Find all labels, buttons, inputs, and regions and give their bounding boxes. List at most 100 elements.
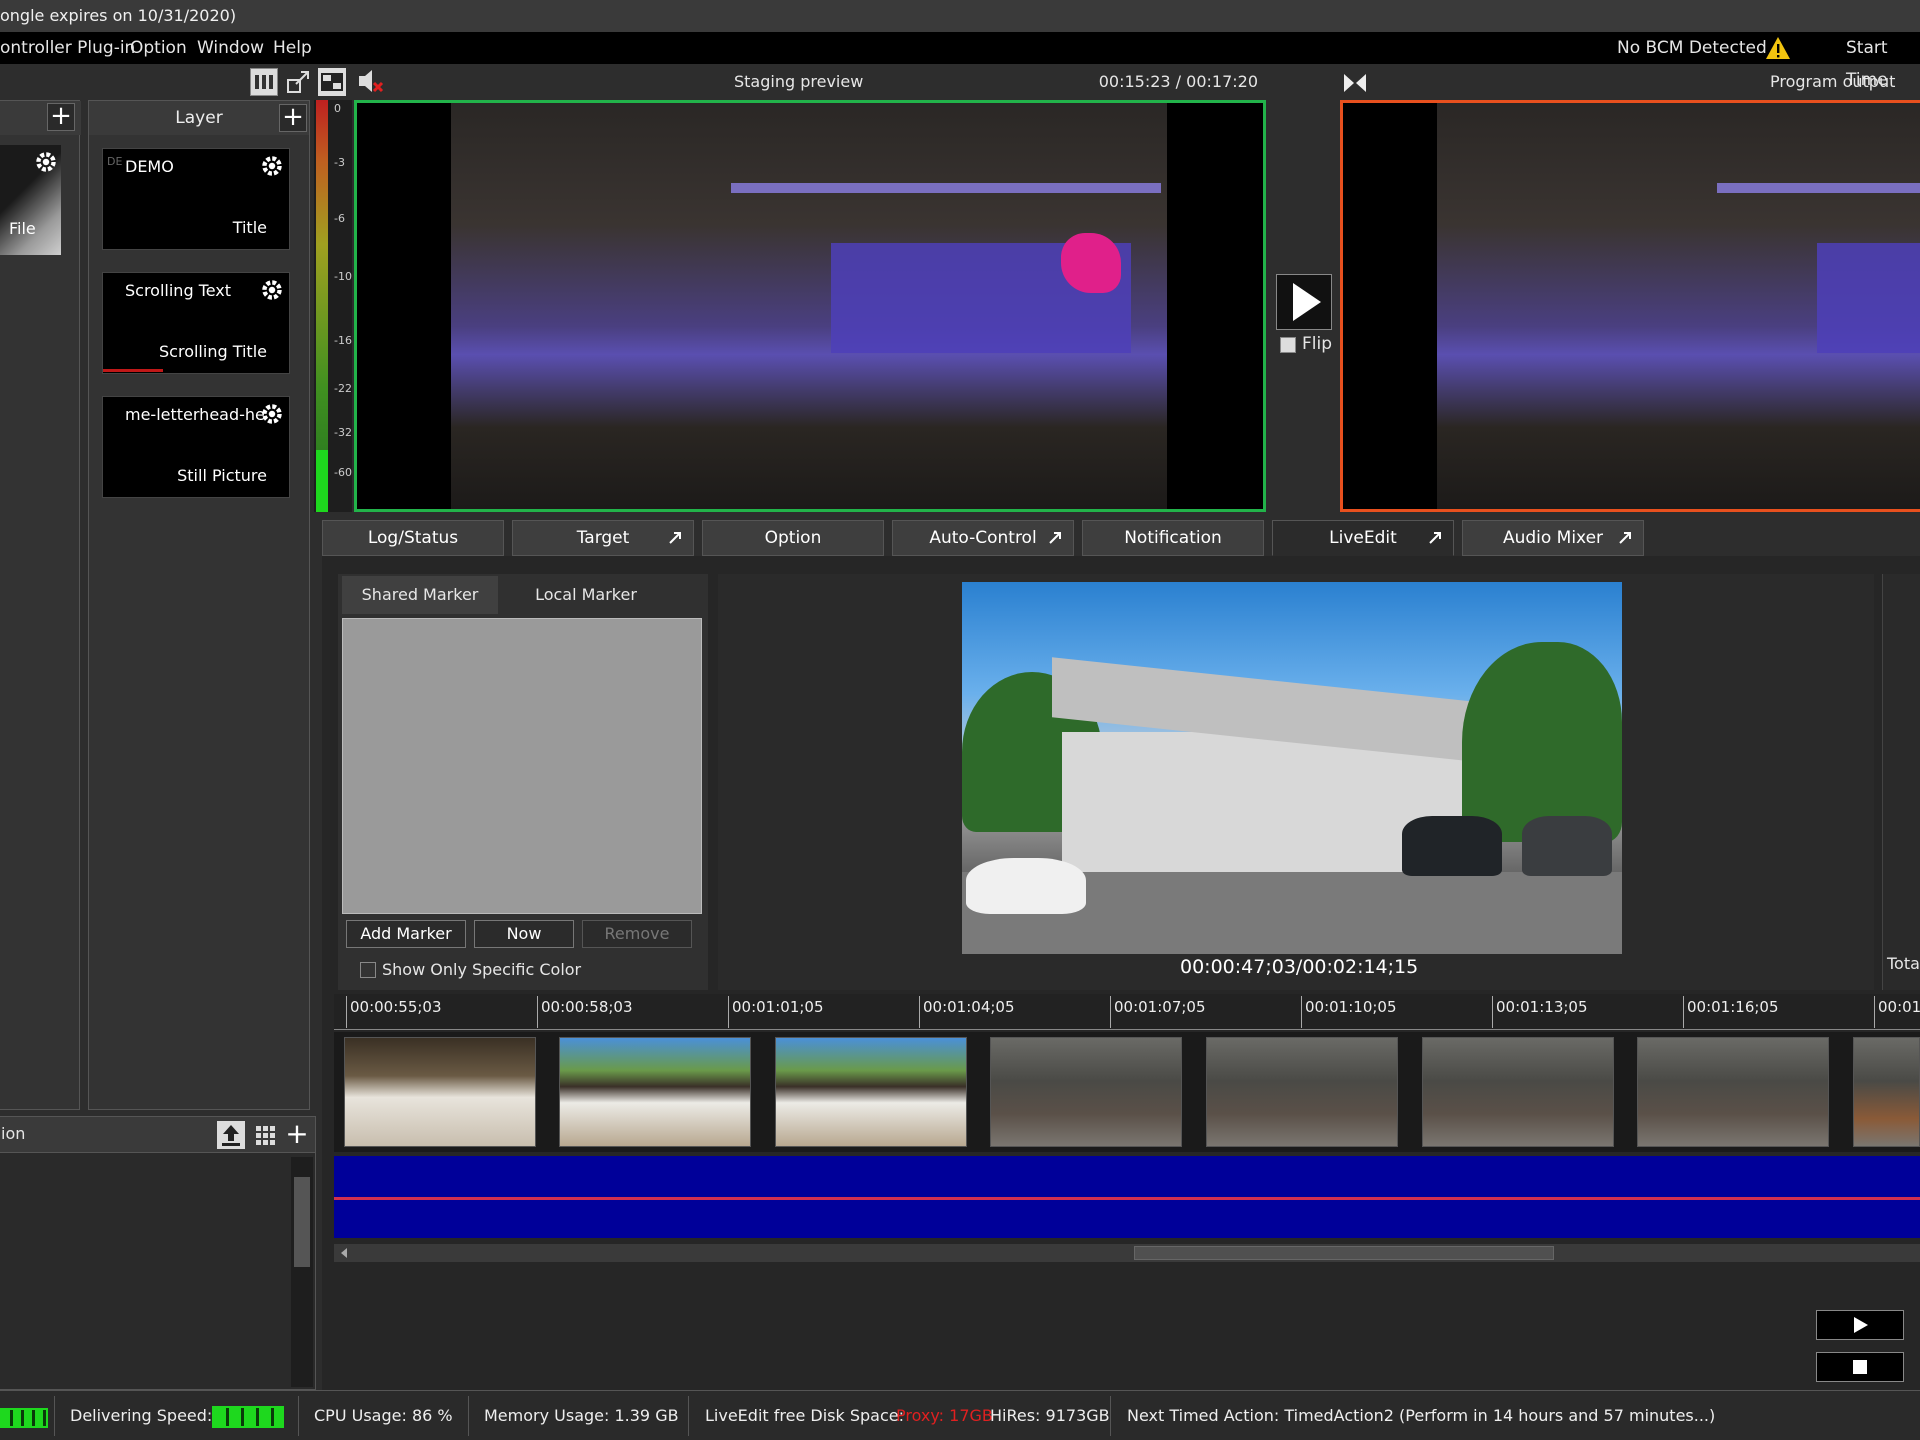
tab-notification[interactable]: Notification (1082, 520, 1264, 556)
delivering-speed-bar (212, 1406, 284, 1428)
popout-icon[interactable] (1427, 530, 1443, 546)
left-item-gear-icon[interactable] (33, 149, 59, 175)
right-side-panel: Total (1882, 574, 1920, 990)
timeline-thumbnail[interactable] (775, 1037, 967, 1147)
popout-icon[interactable] (284, 68, 312, 96)
show-color-checkbox[interactable] (360, 962, 376, 978)
staging-title: Staging preview (734, 72, 864, 91)
timeline-thumbnail[interactable] (990, 1037, 1182, 1147)
scroll-left-icon[interactable] (338, 1247, 350, 1259)
tree-right (1462, 642, 1622, 842)
liveedit-play-button[interactable] (1816, 1310, 1904, 1340)
layer-item-name: me-letterhead-hea (125, 405, 265, 424)
timeline-thumbnail[interactable] (1853, 1037, 1920, 1147)
white-car (966, 858, 1086, 914)
left-item-type: File (9, 219, 36, 238)
layer-item-demo[interactable]: DE DEMO Title (102, 148, 290, 250)
marker-panel: Shared Marker Local Marker Add Marker No… (338, 574, 708, 990)
bottom-left-scrollbar[interactable] (291, 1157, 313, 1387)
timeline-thumbnail[interactable] (559, 1037, 751, 1147)
clip-preview-video[interactable] (962, 582, 1622, 954)
tab-log-status[interactable]: Log/Status (322, 520, 504, 556)
marker-list[interactable] (342, 618, 702, 914)
timeline-tick-label: 00:00:55;03 (350, 998, 442, 1016)
timeline-tick-label: 00:01:10;05 (1305, 998, 1397, 1016)
timeline-thumbnail[interactable] (344, 1037, 536, 1147)
scrollbar-thumb[interactable] (294, 1177, 310, 1267)
speed-indicator-left (0, 1408, 48, 1428)
timeline-thumbnail[interactable] (1206, 1037, 1398, 1147)
title-bar: ongle expires on 10/31/2020) (0, 0, 1920, 32)
now-button[interactable]: Now (474, 920, 574, 948)
total-label: Total (1887, 954, 1920, 973)
meter-tick: -32 (334, 426, 352, 439)
layout-icon[interactable] (318, 68, 346, 96)
tab-liveedit[interactable]: LiveEdit (1272, 520, 1454, 556)
tab-local-marker[interactable]: Local Marker (508, 576, 664, 614)
dark-car (1402, 816, 1502, 876)
scrollbar-thumb[interactable] (1134, 1246, 1554, 1260)
staging-header: Staging preview 00:15:23 / 00:17:20 (356, 68, 1266, 98)
title-text: ongle expires on 10/31/2020) (0, 6, 237, 25)
timeline-tick-label: 00:01:16;05 (1687, 998, 1779, 1016)
warning-icon (1766, 37, 1790, 59)
layer-item-type: Scrolling Title (159, 342, 267, 361)
layer-item-type: Still Picture (177, 466, 267, 485)
layer-panel: Layer + (88, 100, 310, 1110)
layer-item-letterhead[interactable]: me-letterhead-hea Still Picture (102, 396, 290, 498)
liveedit-stop-button[interactable] (1816, 1352, 1904, 1382)
timeline-scrollbar[interactable] (334, 1244, 1920, 1262)
timeline-thumbnail[interactable] (1422, 1037, 1614, 1147)
printer-bar (1717, 183, 1920, 193)
suv (1522, 816, 1612, 876)
layer-badge: DE (107, 155, 123, 168)
printer-bar (731, 183, 1161, 193)
add-marker-button[interactable]: Add Marker (346, 920, 466, 948)
audio-track[interactable] (334, 1156, 1920, 1238)
remove-button[interactable]: Remove (582, 920, 692, 948)
swap-icon[interactable] (1340, 68, 1370, 98)
audio-meter: 0 -3 -6 -10 -16 -22 -32 -60 (314, 100, 352, 512)
play-icon (1293, 283, 1321, 321)
flip-checkbox[interactable] (1280, 337, 1296, 353)
show-color-label: Show Only Specific Color (382, 960, 582, 979)
tab-auto-control[interactable]: Auto-Control (892, 520, 1074, 556)
tab-option[interactable]: Option (702, 520, 884, 556)
left-add-button[interactable]: + (47, 103, 75, 131)
grid-view-icon[interactable] (250, 68, 278, 96)
tab-audio-mixer[interactable]: Audio Mixer (1462, 520, 1644, 556)
layer-item-type: Title (232, 218, 267, 237)
layer-gear-icon[interactable] (259, 277, 285, 303)
tab-target[interactable]: Target (512, 520, 694, 556)
bottom-left-label: ion (1, 1124, 26, 1143)
timeline-thumbnail[interactable] (1637, 1037, 1829, 1147)
timeline-tick-label: 00:01:04;05 (923, 998, 1015, 1016)
grid-icon[interactable] (251, 1121, 279, 1149)
layer-item-scrolling-text[interactable]: Scrolling Text Scrolling Title (102, 272, 290, 374)
menu-help[interactable]: Help (273, 32, 312, 64)
take-play-button[interactable] (1276, 274, 1332, 330)
layer-panel-header: Layer (89, 101, 309, 135)
tab-shared-marker[interactable]: Shared Marker (342, 576, 498, 614)
layer-gear-icon[interactable] (259, 153, 285, 179)
disk-space-label: LiveEdit free Disk Space: (705, 1406, 904, 1425)
tab-label: Notification (1124, 528, 1222, 548)
menu-controller-plugin[interactable]: ontroller Plug-in (0, 32, 135, 64)
stop-icon (1853, 1360, 1867, 1374)
meter-tick: -16 (334, 334, 352, 347)
popout-icon[interactable] (1047, 530, 1063, 546)
layer-add-button[interactable]: + (279, 104, 307, 132)
menu-window[interactable]: Window (197, 32, 264, 64)
layer-gear-icon[interactable] (259, 401, 285, 427)
popout-icon[interactable] (1617, 530, 1633, 546)
program-output[interactable] (1340, 100, 1920, 512)
popout-icon[interactable] (667, 530, 683, 546)
print-object (1061, 233, 1121, 293)
printer-bed (1817, 243, 1920, 353)
upload-icon[interactable] (217, 1121, 245, 1149)
menu-option[interactable]: Option (130, 32, 187, 64)
bcm-status: No BCM Detected (1617, 38, 1767, 58)
flip-label: Flip (1302, 334, 1333, 354)
bottom-left-add-button[interactable]: + (283, 1120, 311, 1149)
staging-preview[interactable] (354, 100, 1266, 512)
